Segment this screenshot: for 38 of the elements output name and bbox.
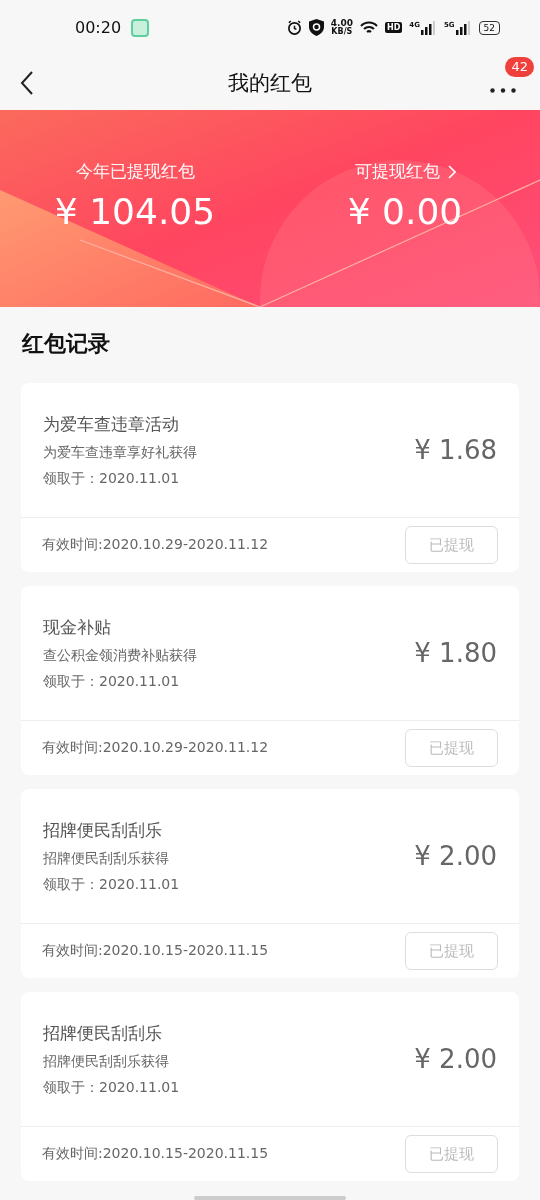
record-source: 招牌便民刮刮乐获得: [43, 849, 170, 868]
record-amount: ¥ 1.80: [414, 638, 497, 668]
received-date: 领取于：2020.11.01: [43, 672, 181, 691]
record-amount: ¥ 1.68: [414, 435, 497, 465]
record-title: 招牌便民刮刮乐: [43, 818, 163, 842]
record-source: 查公积金领消费补贴获得: [43, 646, 198, 665]
record-title: 招牌便民刮刮乐: [43, 1021, 163, 1045]
record-title: 现金补贴: [43, 615, 112, 639]
battery-indicator: 52: [478, 20, 500, 35]
validity-period: 有效时间:2020.10.29-2020.11.12: [42, 739, 270, 757]
record-source: 招牌便民刮刮乐获得: [43, 1052, 170, 1071]
withdrawable-link[interactable]: 可提现红包: [354, 160, 456, 183]
more-icon[interactable]: [490, 87, 516, 93]
withdrawable-amount: ¥ 0.00: [347, 191, 463, 232]
withdrawn-label: 今年已提现红包: [75, 160, 195, 183]
validity-period: 有效时间:2020.10.15-2020.11.15: [42, 942, 270, 960]
status-time: 00:20: [75, 18, 122, 37]
network-speed: 4.00 KB/S: [330, 19, 353, 36]
back-icon[interactable]: [20, 70, 34, 95]
hd-indicator: HD: [384, 22, 403, 33]
record-title: 为爱车查违章活动: [43, 412, 180, 436]
validity-period: 有效时间:2020.10.29-2020.11.12: [42, 536, 270, 554]
received-date: 领取于：2020.11.01: [43, 469, 181, 488]
notification-badge: 42: [505, 56, 534, 77]
received-date: 领取于：2020.11.01: [43, 875, 181, 894]
withdrawn-amount: ¥ 104.05: [54, 191, 216, 232]
validity-period: 有效时间:2020.10.15-2020.11.15: [42, 1145, 270, 1163]
page-title: 我的红包: [227, 69, 313, 97]
record-source: 为爱车查违章享好礼获得: [43, 443, 198, 462]
chevron-icon: [447, 164, 456, 179]
wifi-icon: [359, 20, 378, 35]
section-title: 红包记录: [20, 330, 111, 358]
app-notification-icon: [131, 18, 150, 37]
alarm-icon: [286, 20, 302, 35]
shield-icon: [308, 19, 324, 36]
record-amount: ¥ 2.00: [414, 841, 497, 871]
record-amount: ¥ 2.00: [414, 1044, 497, 1074]
received-date: 领取于：2020.11.01: [43, 1078, 181, 1097]
